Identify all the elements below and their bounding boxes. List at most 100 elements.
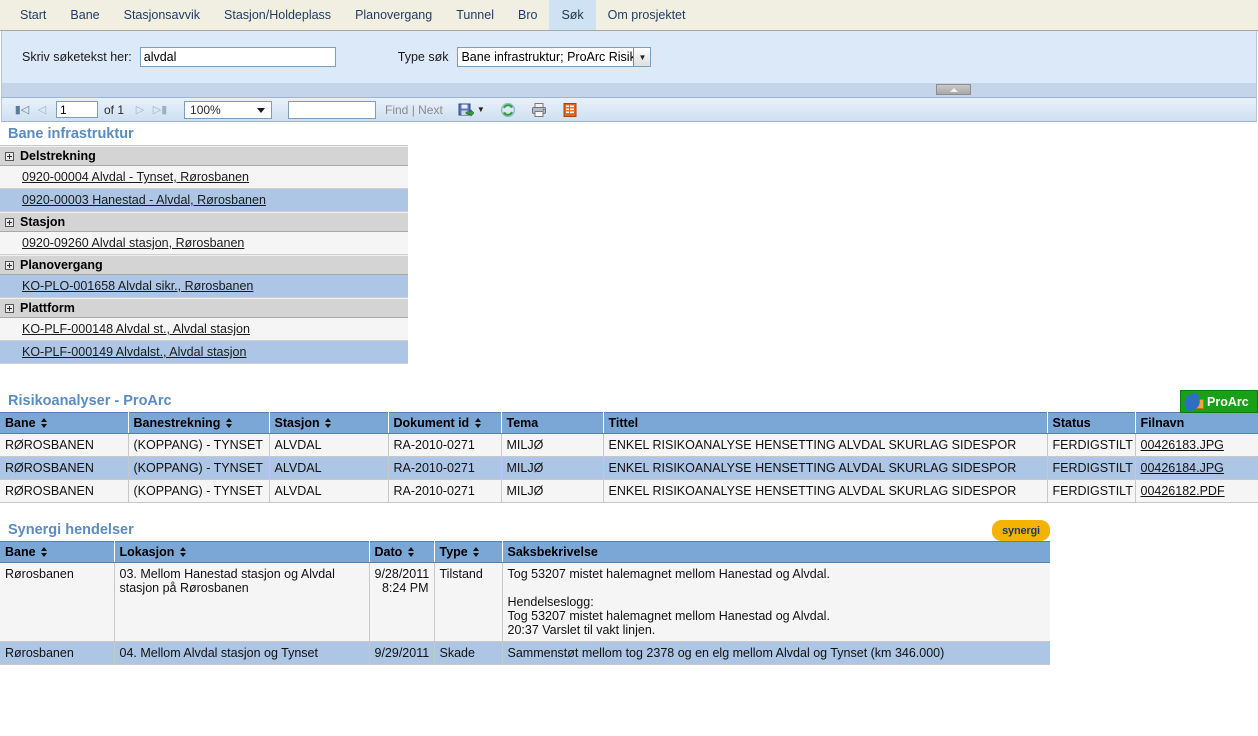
column-header-tittel: Tittel — [603, 412, 1048, 434]
sort-icon[interactable] — [179, 546, 186, 557]
nav-tab-stasjon-holdeplass[interactable]: Stasjon/Holdeplass — [212, 0, 343, 30]
tree-item[interactable]: KO-PLO-001658 Alvdal sikr., Rørosbanen — [0, 275, 408, 298]
nav-tab-label: Bane — [70, 8, 100, 22]
cell-bane: Rørosbanen — [0, 641, 115, 665]
cell-stasjon: ALVDAL — [269, 479, 389, 503]
column-label: Dokument id — [393, 416, 470, 430]
cell-dokument-id: RA-2010-0271 — [388, 479, 502, 503]
collapse-panel-button[interactable] — [936, 84, 971, 95]
tree-item-link[interactable]: 0920-09260 Alvdal stasjon, Rørosbanen — [22, 236, 244, 250]
tree-group-delstrekning[interactable]: Delstrekning — [0, 146, 408, 166]
column-label: Dato — [374, 545, 403, 559]
expand-plus-icon[interactable] — [5, 260, 14, 270]
last-page-button[interactable]: ▷▮ — [150, 103, 170, 116]
search-type-select[interactable]: Bane infrastruktur; ProArc Risiko ▼ — [457, 47, 652, 67]
cell-type: Tilstand — [434, 562, 503, 642]
column-label: Bane — [5, 416, 36, 430]
synergi-logo-text: synergi — [1002, 524, 1040, 537]
tree-group-label: Planovergang — [20, 258, 103, 272]
nav-tab-label: Stasjonsavvik — [123, 8, 201, 22]
nav-tab-planovergang[interactable]: Planovergang — [343, 0, 444, 30]
proarc-logo-text: ProArc — [1207, 394, 1249, 409]
zoom-level-select[interactable]: 100% — [184, 100, 273, 119]
filnavn-link[interactable]: 00426183.JPG — [1141, 438, 1224, 452]
tree-item[interactable]: 0920-00003 Hanestad - Alvdal, Rørosbanen — [0, 189, 408, 212]
column-label: Stasjon — [274, 416, 320, 430]
column-header-dokument-id[interactable]: Dokument id — [388, 412, 502, 434]
tree-item-link[interactable]: 0920-00004 Alvdal - Tynset, Rørosbanen — [22, 170, 249, 184]
tree-item-link[interactable]: KO-PLF-000149 Alvdalst., Alvdal stasjon — [22, 345, 246, 359]
nav-tab-om-prosjektet[interactable]: Om prosjektet — [596, 0, 698, 30]
filnavn-link[interactable]: 00426182.PDF — [1141, 484, 1225, 498]
report-icon[interactable] — [562, 102, 578, 118]
refresh-icon[interactable] — [500, 102, 516, 118]
tree-item[interactable]: KO-PLF-000148 Alvdal st., Alvdal stasjon — [0, 318, 408, 341]
first-page-button[interactable]: ▮◁ — [12, 103, 32, 116]
sort-icon[interactable] — [473, 546, 480, 557]
find-input[interactable] — [288, 100, 377, 119]
tree-item[interactable]: KO-PLF-000149 Alvdalst., Alvdal stasjon — [0, 341, 408, 364]
page-number-input[interactable] — [56, 101, 98, 118]
cell-tema: MILJØ — [501, 433, 604, 457]
table-row[interactable]: Rørosbanen 04. Mellom Alvdal stasjon og … — [0, 641, 1050, 665]
risikoanalyser-table: Bane Banestrekning Stasjon Dokument id T… — [0, 412, 1258, 503]
sort-icon[interactable] — [225, 417, 232, 428]
print-icon[interactable] — [531, 102, 547, 118]
next-page-button[interactable]: ▷ — [130, 103, 150, 116]
sort-icon[interactable] — [325, 417, 332, 428]
table-row[interactable]: RØROSBANEN (KOPPANG) - TYNSET ALVDAL RA-… — [0, 456, 1258, 480]
cell-tittel: ENKEL RISIKOANALYSE HENSETTING ALVDAL SK… — [603, 433, 1048, 457]
expand-plus-icon[interactable] — [5, 151, 14, 161]
bane-infrastruktur-title: Bane infrastruktur — [8, 126, 134, 142]
sort-icon[interactable] — [41, 546, 48, 557]
tree-group-stasjon[interactable]: Stasjon — [0, 212, 408, 232]
cell-banestrekning: (KOPPANG) - TYNSET — [128, 456, 270, 480]
tree-item-link[interactable]: 0920-00003 Hanestad - Alvdal, Rørosbanen — [22, 193, 266, 207]
cell-lokasjon: 03. Mellom Hanestad stasjon og Alvdal st… — [114, 562, 370, 642]
nav-tab-stasjonsavvik[interactable]: Stasjonsavvik — [112, 0, 212, 30]
nav-tab-bro[interactable]: Bro — [506, 0, 549, 30]
table-row[interactable]: Rørosbanen 03. Mellom Hanestad stasjon o… — [0, 562, 1050, 642]
nav-tab-label: Stasjon/Holdeplass — [224, 8, 332, 22]
filnavn-link[interactable]: 00426184.JPG — [1141, 461, 1224, 475]
column-header-bane[interactable]: Bane — [0, 412, 129, 434]
tree-group-plattform[interactable]: Plattform — [0, 298, 408, 318]
column-header-lokasjon[interactable]: Lokasjon — [114, 541, 370, 563]
search-type-label: Type søk — [397, 50, 449, 64]
expand-plus-icon[interactable] — [5, 217, 14, 227]
tree-group-label: Delstrekning — [20, 149, 96, 163]
table-row[interactable]: RØROSBANEN (KOPPANG) - TYNSET ALVDAL RA-… — [0, 479, 1258, 503]
column-header-tema: Tema — [501, 412, 604, 434]
nav-tab-start[interactable]: Start — [8, 0, 58, 30]
cell-bane: RØROSBANEN — [0, 479, 129, 503]
nav-tab-bane[interactable]: Bane — [58, 0, 111, 30]
table-row[interactable]: RØROSBANEN (KOPPANG) - TYNSET ALVDAL RA-… — [0, 433, 1258, 457]
table-header-row: Bane Banestrekning Stasjon Dokument id T… — [0, 412, 1258, 434]
synergi-table: Bane Lokasjon Dato Type Saksbekrivelse R… — [0, 541, 1050, 665]
expand-plus-icon[interactable] — [5, 303, 14, 313]
column-header-banestrekning[interactable]: Banestrekning — [128, 412, 270, 434]
search-type-value: Bane infrastruktur; ProArc Risiko — [461, 50, 634, 64]
nav-tab-label: Søk — [561, 8, 584, 22]
tree-item[interactable]: 0920-09260 Alvdal stasjon, Rørosbanen — [0, 232, 408, 255]
nav-tab-sok[interactable]: Søk — [549, 0, 596, 30]
sort-icon[interactable] — [407, 546, 414, 557]
column-header-type[interactable]: Type — [434, 541, 503, 563]
tree-item-link[interactable]: KO-PLF-000148 Alvdal st., Alvdal stasjon — [22, 322, 250, 336]
tree-group-planovergang[interactable]: Planovergang — [0, 255, 408, 275]
tree-item[interactable]: 0920-00004 Alvdal - Tynset, Rørosbanen — [0, 166, 408, 189]
column-label: Tittel — [608, 416, 639, 430]
page-count-label: of 1 — [104, 102, 125, 117]
column-header-bane[interactable]: Bane — [0, 541, 115, 563]
previous-page-button[interactable]: ◁ — [32, 103, 52, 116]
find-next-links[interactable]: Find | Next — [385, 103, 443, 117]
column-header-dato[interactable]: Dato — [369, 541, 435, 563]
search-input[interactable] — [139, 47, 336, 67]
sort-icon[interactable] — [41, 417, 48, 428]
nav-tab-tunnel[interactable]: Tunnel — [444, 0, 506, 30]
tree-group-label: Plattform — [20, 301, 75, 315]
export-icon[interactable]: ▼ — [458, 102, 485, 118]
tree-item-link[interactable]: KO-PLO-001658 Alvdal sikr., Rørosbanen — [22, 279, 253, 293]
column-header-stasjon[interactable]: Stasjon — [269, 412, 389, 434]
sort-icon[interactable] — [474, 417, 481, 428]
